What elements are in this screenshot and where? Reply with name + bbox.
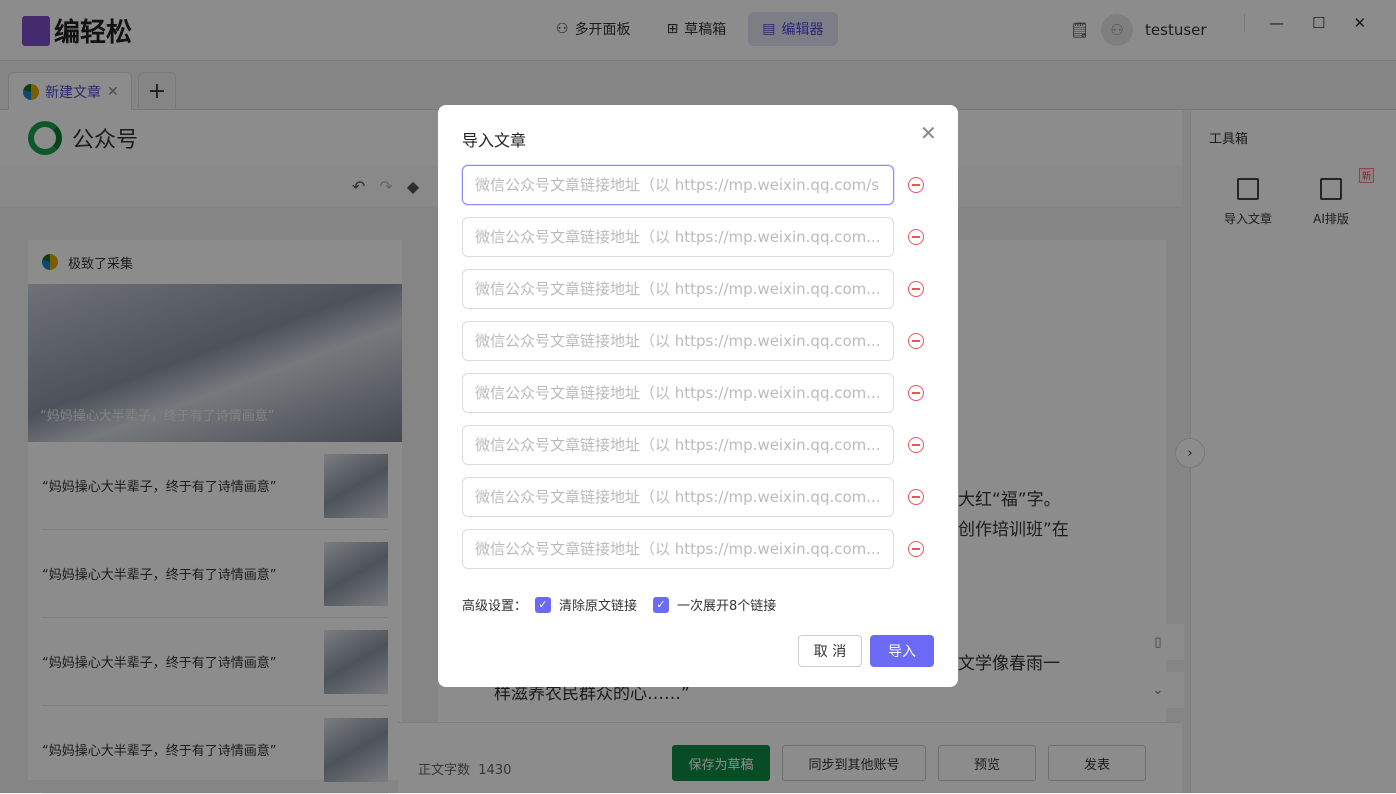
remove-icon[interactable]: [908, 437, 924, 453]
url-input-7[interactable]: [462, 477, 894, 517]
remove-icon[interactable]: [908, 333, 924, 349]
dialog-title: 导入文章: [462, 131, 527, 150]
url-input-8[interactable]: [462, 529, 894, 569]
remove-icon[interactable]: [908, 541, 924, 557]
import-button[interactable]: 导入: [870, 635, 934, 667]
remove-icon[interactable]: [908, 281, 924, 297]
cancel-button[interactable]: 取 消: [798, 635, 862, 667]
advanced-settings: 高级设置： ✓ 清除原文链接 ✓ 一次展开8个链接: [462, 596, 777, 614]
url-input-3[interactable]: [462, 269, 894, 309]
url-input-2[interactable]: [462, 217, 894, 257]
url-input-4[interactable]: [462, 321, 894, 361]
url-input-6[interactable]: [462, 425, 894, 465]
expand-8-checkbox[interactable]: ✓: [653, 596, 670, 613]
url-input-1[interactable]: [462, 165, 894, 205]
clear-links-checkbox[interactable]: ✓: [535, 596, 552, 613]
close-icon[interactable]: ✕: [920, 121, 937, 145]
import-article-dialog: 导入文章 ✕ 高级设置： ✓清除原文链接 ✓一次展开8个链接 取 消 导入: [438, 105, 958, 687]
remove-icon[interactable]: [908, 385, 924, 401]
url-input-5[interactable]: [462, 373, 894, 413]
remove-icon[interactable]: [908, 229, 924, 245]
remove-icon[interactable]: [908, 489, 924, 505]
remove-icon[interactable]: [908, 177, 924, 193]
